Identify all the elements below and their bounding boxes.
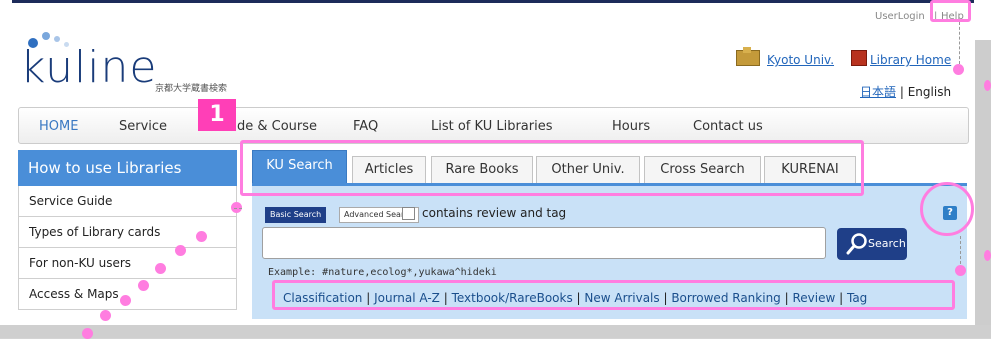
search-example: Example: #nature,ecolog*,yukawa^hideki [268, 267, 497, 278]
page: UserLogin | Help kuline 京都大学蔵書検索 Kyoto U… [0, 0, 991, 325]
tab-ku-search[interactable]: KU Search [252, 150, 347, 184]
library-home-icon [851, 50, 867, 66]
link-textbook-rarebooks[interactable]: Textbook/RareBooks [452, 291, 573, 305]
nav-faq[interactable]: FAQ [353, 119, 378, 134]
annotation-dot [120, 295, 131, 306]
quick-links: Classification | Journal A-Z | Textbook/… [283, 291, 868, 305]
annotation-dot [953, 64, 964, 75]
annotation-dot [100, 310, 111, 321]
link-classification[interactable]: Classification [283, 291, 362, 305]
tab-rare-books[interactable]: Rare Books [431, 156, 533, 184]
nav-list-of-ku-libraries[interactable]: List of KU Libraries [431, 119, 553, 134]
sidebar-item-non-ku-users[interactable]: For non-KU users [18, 248, 237, 279]
sidebar-item-service-guide[interactable]: Service Guide [18, 186, 237, 217]
sidebar-title: How to use Libraries [18, 150, 237, 186]
nav-contact-us[interactable]: Contact us [693, 119, 763, 134]
kyoto-univ-icon [736, 47, 760, 66]
language-english: English [907, 85, 952, 99]
nav-home[interactable]: HOME [39, 119, 78, 134]
link-borrowed-ranking[interactable]: Borrowed Ranking [671, 291, 780, 305]
search-button-label: Search [868, 237, 906, 250]
tab-other-univ[interactable]: Other Univ. [536, 156, 640, 184]
top-frame-line [12, 0, 974, 3]
help-link[interactable]: Help [941, 11, 964, 22]
logo[interactable]: kuline [20, 46, 157, 90]
annotation-dot [82, 328, 93, 339]
user-login-link[interactable]: UserLogin [875, 11, 925, 22]
link-new-arrivals[interactable]: New Arrivals [584, 291, 659, 305]
annotation-dot [138, 280, 149, 291]
nav-hours[interactable]: Hours [612, 119, 650, 134]
link-tag[interactable]: Tag [847, 291, 867, 305]
connector-line [234, 208, 242, 209]
annotation-dot [984, 250, 991, 261]
review-tag-label: contains review and tag [422, 206, 567, 220]
connector-line [959, 22, 960, 64]
language-separator: | [899, 85, 904, 99]
library-home-link[interactable]: Library Home [870, 53, 951, 67]
annotation-dot [984, 80, 991, 91]
link-review[interactable]: Review [792, 291, 835, 305]
tab-kurenai[interactable]: KURENAI [764, 156, 856, 184]
search-panel: Basic Search Advanced Search contains re… [252, 183, 967, 319]
link-journal-az[interactable]: Journal A-Z [374, 291, 440, 305]
nav-guide-course[interactable]: de & Course [237, 119, 317, 134]
utility-bar: UserLogin | Help [0, 6, 975, 24]
search-button[interactable]: Search [837, 228, 907, 260]
main-nav: HOME Service de & Course FAQ List of KU … [18, 107, 969, 144]
basic-search-tab[interactable]: Basic Search [265, 207, 327, 223]
annotation-dot [955, 265, 966, 276]
annotation-dot [175, 245, 186, 256]
nav-service[interactable]: Service [119, 119, 167, 134]
tab-cross-search[interactable]: Cross Search [644, 156, 761, 184]
search-input[interactable] [262, 227, 826, 259]
sidebar: How to use Libraries Service Guide Types… [18, 150, 237, 310]
annotation-dot [155, 263, 166, 274]
util-separator: | [934, 11, 938, 22]
tab-articles[interactable]: Articles [352, 156, 426, 184]
search-tabs: KU Search Articles Rare Books Other Univ… [252, 150, 967, 186]
magnifier-icon [846, 233, 867, 255]
logo-subtitle: 京都大学蔵書検索 [155, 84, 228, 94]
review-tag-checkbox[interactable] [402, 207, 415, 220]
language-japanese-link[interactable]: 日本語 [860, 85, 896, 99]
highlight-help-icon [920, 182, 974, 236]
kyoto-univ-link[interactable]: Kyoto Univ. [767, 53, 834, 67]
annotation-dot [196, 231, 207, 242]
step-badge: 1 [198, 99, 236, 131]
connector-line [960, 236, 961, 264]
language-switch: 日本語 | English [860, 83, 951, 100]
page-shadow-bottom [0, 325, 991, 338]
